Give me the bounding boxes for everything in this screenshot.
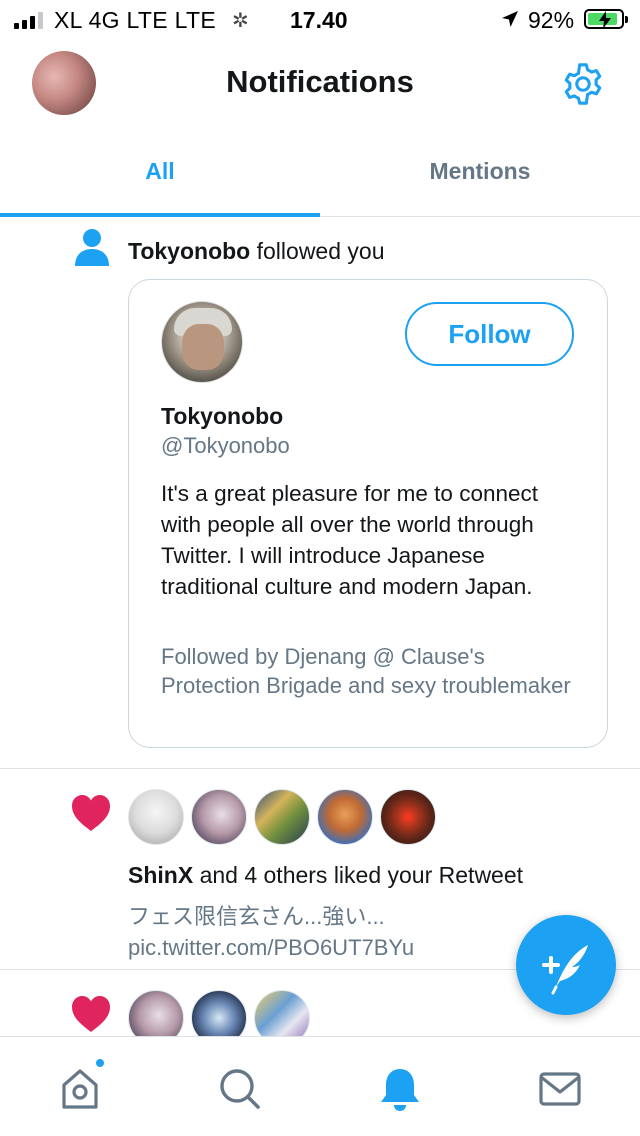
status-time: 17.40 (290, 7, 348, 33)
search-icon (220, 1069, 260, 1109)
app-header: Notifications (0, 40, 640, 128)
user-card-handle: @Tokyonobo (161, 433, 290, 458)
like-action: and 4 others liked your Retweet (199, 862, 524, 888)
compose-tweet-button[interactable] (516, 915, 616, 1015)
follow-notification-text: Tokyonobo followed you (128, 238, 384, 265)
person-icon (75, 229, 109, 266)
battery-charging-icon (584, 9, 628, 29)
follow-button[interactable]: Follow (405, 302, 574, 366)
location-arrow-icon (502, 11, 518, 27)
loading-spinner-icon: ✲ (232, 10, 249, 32)
liker-name[interactable]: ShinX (128, 862, 193, 888)
home-badge (94, 1057, 106, 1069)
user-card-bio: It's a great pleasure for me to connect … (161, 481, 538, 599)
heart-icon (72, 996, 110, 1032)
page-title: Notifications (226, 64, 414, 99)
avatar[interactable] (317, 789, 373, 845)
tab-mentions[interactable]: Mentions (320, 128, 640, 216)
avatar[interactable] (128, 990, 184, 1036)
battery-percent: 92% (528, 7, 575, 33)
nav-home[interactable] (56, 1057, 106, 1113)
follow-notification[interactable]: Tokyonobo followed you Follow Tokyonobo … (0, 218, 640, 769)
carrier-label: XL 4G LTE LTE (54, 7, 216, 33)
avatar[interactable] (254, 789, 310, 845)
heart-icon (72, 795, 110, 831)
avatar[interactable] (128, 789, 184, 845)
avatar[interactable] (191, 990, 247, 1036)
avatar[interactable] (380, 789, 436, 845)
nav-messages[interactable] (536, 1065, 584, 1113)
bottom-navigation (0, 1036, 640, 1136)
user-card-name[interactable]: Tokyonobo (161, 403, 283, 430)
liker-avatars (128, 789, 436, 845)
signal-icon (14, 11, 43, 29)
home-icon (62, 1069, 98, 1109)
avatar[interactable] (254, 990, 310, 1036)
like-notification-text: ShinX and 4 others liked your Retweet (128, 862, 523, 889)
notification-tabs: All Mentions (0, 128, 640, 217)
gear-icon[interactable] (560, 61, 606, 107)
tab-all[interactable]: All (0, 128, 320, 217)
status-bar: XL 4G LTE LTE ✲ 17.40 92% (0, 0, 640, 40)
followed-by-text: Followed by Djenang @ Clause's Protectio… (161, 644, 571, 698)
nav-search[interactable] (216, 1065, 264, 1113)
compose-tweet-icon (542, 945, 588, 995)
bell-icon (381, 1069, 419, 1111)
liker-avatars (128, 990, 310, 1036)
follower-name[interactable]: Tokyonobo (128, 238, 250, 264)
envelope-icon (539, 1072, 581, 1106)
avatar[interactable] (191, 789, 247, 845)
nav-notifications[interactable] (376, 1065, 424, 1113)
user-card-avatar[interactable] (161, 301, 243, 383)
user-card[interactable]: Follow Tokyonobo @Tokyonobo It's a great… (128, 279, 608, 748)
follow-action: followed you (256, 238, 385, 264)
